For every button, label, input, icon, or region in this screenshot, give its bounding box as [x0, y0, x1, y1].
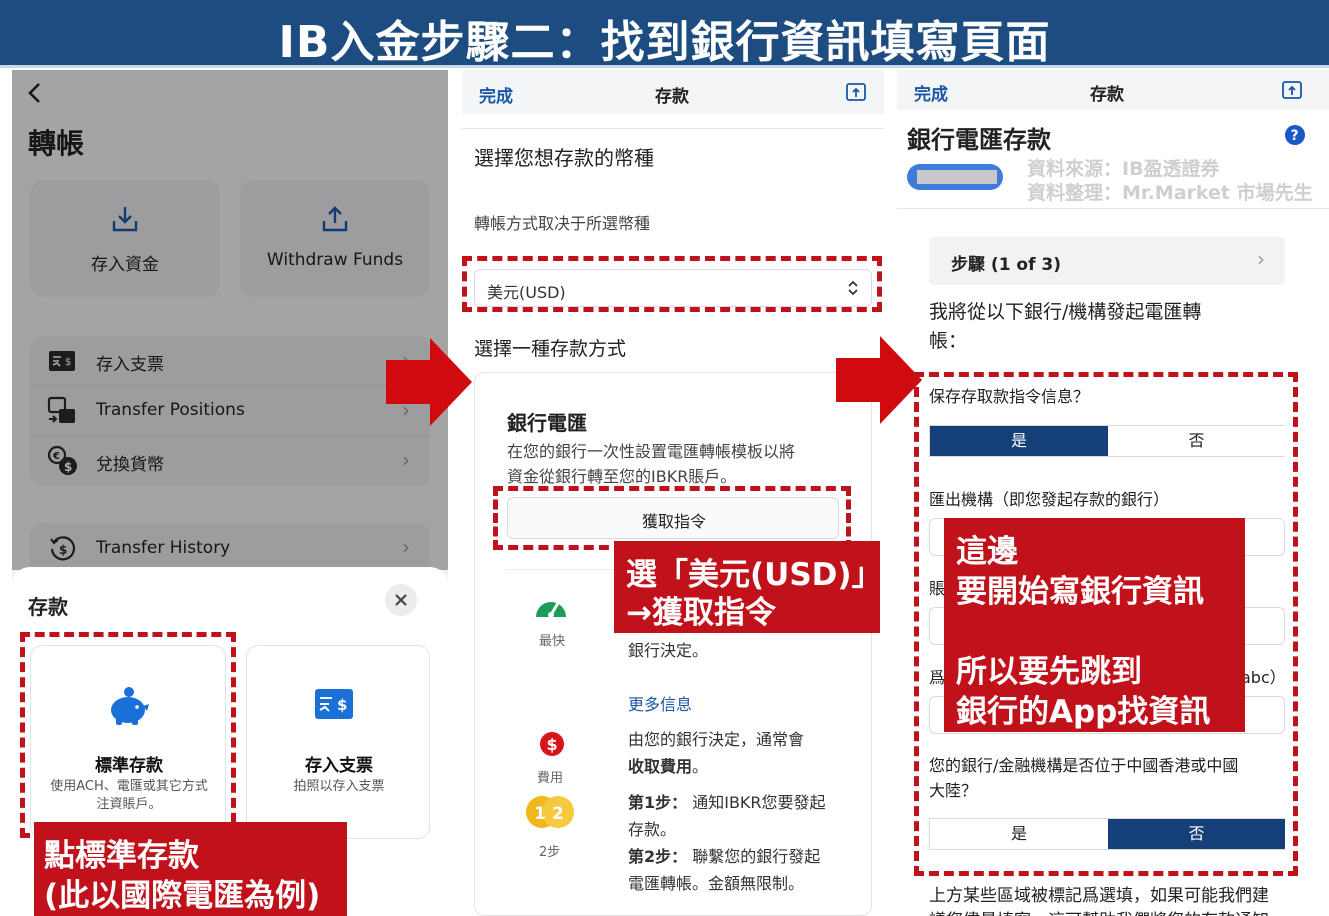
- svg-text:2: 2: [552, 804, 564, 824]
- banner-title: IB入金步驟二：找到銀行資訊填寫頁面: [278, 17, 1051, 68]
- fee-dollar-icon: $: [540, 732, 564, 756]
- close-icon: [395, 594, 407, 606]
- callout-text: 要開始寫銀行資訊: [956, 574, 1204, 610]
- fee-end: 。: [692, 757, 709, 776]
- nav-bar: 完成 存款: [462, 70, 884, 114]
- share-icon[interactable]: [845, 81, 867, 103]
- option-title: 存入支票: [305, 756, 373, 776]
- fee-emphasis: 收取費用: [628, 757, 693, 776]
- intro-text: 我將從以下銀行/機構發起電匯轉: [929, 301, 1202, 323]
- callout-standard-deposit: 點標準存款 (此以國際電匯為例): [34, 822, 347, 916]
- svg-text:?: ?: [1291, 128, 1299, 144]
- divider: [897, 208, 1329, 209]
- deposit-cheque-option[interactable]: $ 存入支票 拍照以存入支票: [246, 645, 430, 839]
- callout-text: 所以要先跳到: [956, 654, 1142, 690]
- intro-text: 帳：: [929, 330, 968, 352]
- account-pill: [907, 164, 1003, 190]
- footer-note: 上方某些區域被標記爲選填，如果可能我們建: [929, 886, 1269, 906]
- fee-text: 由您的銀行決定，通常會: [628, 730, 805, 749]
- sheet-title: 存款: [28, 595, 68, 619]
- nav-title: 存款: [1090, 85, 1124, 105]
- cheque-icon: $: [315, 689, 353, 719]
- share-icon[interactable]: [1281, 79, 1303, 101]
- step2-rest: 聯繫您的銀行發起: [687, 847, 821, 866]
- wire-desc: 資金從銀行轉至您的IBKR賬戶。: [507, 467, 737, 486]
- done-button[interactable]: 完成: [479, 82, 513, 107]
- steps-icon: 12: [526, 796, 574, 828]
- nav-bar: 完成 存款: [897, 70, 1329, 110]
- svg-text:$: $: [337, 696, 347, 714]
- watermark: 資料整理：Mr.Market 市場先生: [1027, 182, 1313, 204]
- callout-text: 點標準存款: [44, 838, 199, 874]
- choose-currency-heading: 選擇您想存款的幣種: [474, 146, 654, 170]
- callout-text: 銀行的App找資訊: [956, 694, 1211, 730]
- close-button[interactable]: [385, 584, 417, 616]
- nav-title: 存款: [655, 87, 689, 107]
- highlight-currency-select: [462, 256, 882, 312]
- transfer-note: 轉帳方式取决于所選幣種: [474, 214, 651, 233]
- callout-bank-info: 這邊 要開始寫銀行資訊 所以要先跳到 銀行的App找資訊: [944, 518, 1245, 732]
- divider: [462, 128, 884, 129]
- callout-text: (此以國際電匯為例): [44, 878, 321, 914]
- step1-text: 存款。: [628, 820, 677, 839]
- wire-title: 銀行電匯: [507, 411, 587, 435]
- speed-label: 最快: [539, 634, 566, 649]
- more-info-link[interactable]: 更多信息: [628, 691, 692, 715]
- step1-text: 第1步： 通知IBKR您要發起: [628, 789, 826, 816]
- svg-text:$: $: [547, 735, 558, 754]
- arrow-to-panel3: [836, 336, 922, 424]
- step-indicator[interactable]: 步驟 (1 of 3) ›: [929, 237, 1285, 285]
- wire-transfer-card: 銀行電匯 在您的銀行一次性設置電匯轉帳模板以將 資金從銀行轉至您的IBKR賬戶。…: [474, 372, 872, 916]
- chevron-right-icon: ›: [1257, 247, 1265, 271]
- step1-bold: 第1步：: [628, 793, 688, 812]
- step2-text: 第2步： 聯繫您的銀行發起: [628, 843, 820, 870]
- done-button[interactable]: 完成: [914, 80, 948, 105]
- speedometer-icon: [536, 602, 566, 618]
- svg-text:1: 1: [534, 804, 546, 824]
- step1-rest: 通知IBKR您要發起: [687, 793, 826, 812]
- steps-label: 2步: [539, 845, 561, 860]
- wire-desc: 在您的銀行一次性設置電匯轉帳模板以將: [507, 442, 796, 461]
- step2-bold: 第2步：: [628, 847, 688, 866]
- question-circle-icon[interactable]: ?: [1284, 124, 1306, 146]
- highlight-standard-deposit: [20, 632, 236, 838]
- callout-currency: 選「美元(USD)」 →獲取指令: [614, 541, 883, 633]
- footer-note: 議您儘量填寫，這可幫助我們將您的存款通知: [929, 906, 1269, 916]
- page-title: 銀行電匯存款: [907, 126, 1051, 154]
- option-desc: 拍照以存入支票: [293, 779, 385, 794]
- step-label: 步驟 (1 of 3): [951, 255, 1062, 275]
- modal-overlay[interactable]: [12, 70, 448, 570]
- callout-text: →獲取指令: [626, 595, 776, 631]
- callout-text: 這邊: [956, 534, 1018, 570]
- speed-text: 銀行決定。: [628, 641, 709, 660]
- fee-text: 收取費用。: [628, 753, 708, 780]
- arrow-to-panel2: [386, 338, 472, 426]
- fee-label: 費用: [537, 771, 564, 786]
- watermark: 資料來源：IB盈透證券: [1027, 158, 1220, 180]
- choose-method-heading: 選擇一種存款方式: [474, 338, 627, 360]
- step2-text: 電匯轉帳。金額無限制。: [628, 874, 805, 893]
